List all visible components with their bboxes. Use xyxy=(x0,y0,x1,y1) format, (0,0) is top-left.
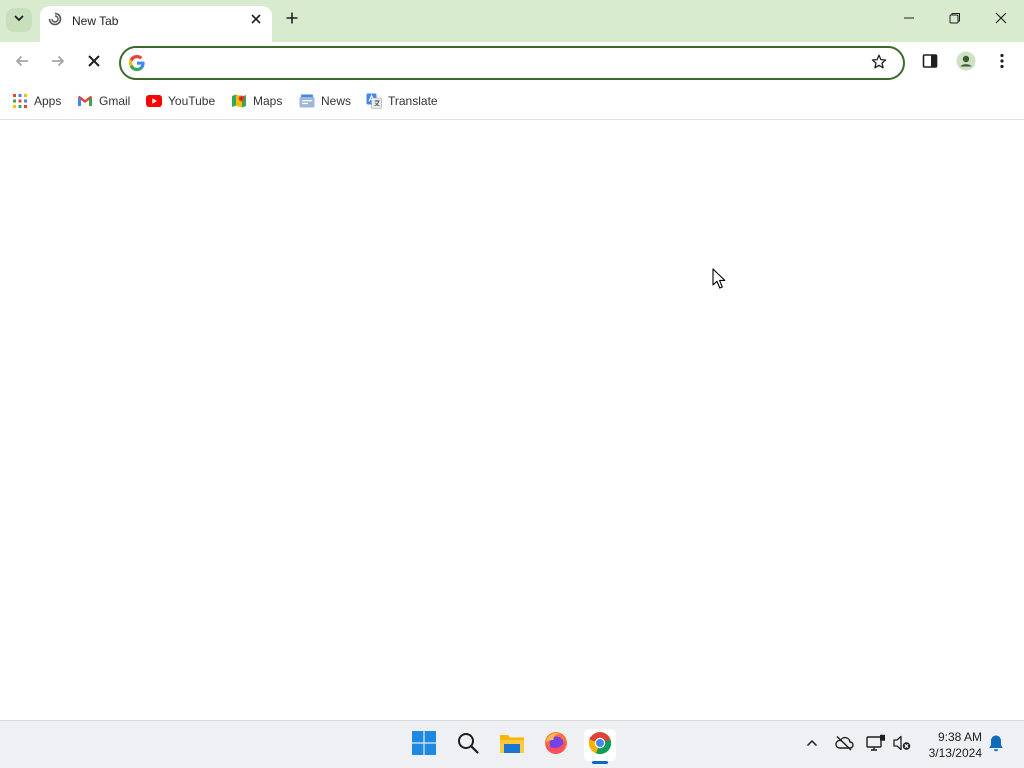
bookmark-apps[interactable]: Apps xyxy=(12,92,61,110)
chrome-menu-button[interactable] xyxy=(990,51,1014,75)
profile-button[interactable] xyxy=(954,51,978,75)
system-clock[interactable]: 9:38 AM 3/13/2024 xyxy=(914,729,982,761)
bookmark-maps[interactable]: Maps xyxy=(231,92,282,110)
onedrive-button[interactable] xyxy=(834,735,854,755)
plus-icon xyxy=(286,11,298,29)
windows-start-icon xyxy=(412,730,436,760)
side-panel-icon xyxy=(922,53,938,74)
notifications-button[interactable] xyxy=(986,735,1006,755)
notification-bell-icon xyxy=(988,734,1004,757)
page-content[interactable] xyxy=(0,121,1024,719)
profile-icon xyxy=(956,51,976,76)
restore-button[interactable] xyxy=(943,9,967,31)
bookmark-translate[interactable]: Translate xyxy=(366,92,438,110)
maps-icon xyxy=(231,93,247,109)
kebab-menu-icon xyxy=(999,53,1005,74)
bookmark-news[interactable]: News xyxy=(299,92,351,110)
file-explorer-button[interactable] xyxy=(496,729,528,761)
taskbar-search-button[interactable] xyxy=(452,729,484,761)
firefox-icon xyxy=(544,731,568,760)
volume-muted-icon xyxy=(892,734,912,757)
google-icon xyxy=(129,55,145,71)
clock-date: 3/13/2024 xyxy=(928,746,982,760)
bookmark-label: Gmail xyxy=(99,94,131,108)
minimize-button[interactable] xyxy=(897,9,921,31)
tab-search-button[interactable] xyxy=(6,8,32,32)
bookmark-star-button[interactable] xyxy=(869,54,889,74)
bookmark-label: Apps xyxy=(34,94,62,108)
show-hidden-icons-button[interactable] xyxy=(802,735,822,755)
bookmarks-bar: Apps Gmail YouTube Maps News Translate xyxy=(0,84,1024,120)
loading-icon xyxy=(48,12,62,26)
taskbar: 9:38 AM 3/13/2024 xyxy=(0,720,1024,768)
new-tab-button[interactable] xyxy=(282,10,302,30)
clock-time: 9:38 AM xyxy=(937,730,982,744)
chevron-down-icon xyxy=(13,11,25,29)
gmail-icon xyxy=(77,93,93,109)
bookmark-gmail[interactable]: Gmail xyxy=(77,92,130,110)
mouse-cursor-icon xyxy=(712,268,726,290)
active-app-indicator xyxy=(592,761,608,764)
forward-button[interactable] xyxy=(46,51,70,75)
chrome-icon xyxy=(588,731,612,760)
network-icon xyxy=(866,734,886,757)
active-tab[interactable]: New Tab xyxy=(40,6,272,42)
stop-icon xyxy=(87,54,101,73)
address-input[interactable] xyxy=(155,53,855,73)
chevron-up-icon xyxy=(806,736,818,754)
translate-icon xyxy=(366,93,382,109)
stop-loading-button[interactable] xyxy=(82,51,106,75)
bookmark-label: Translate xyxy=(388,94,438,108)
chrome-button[interactable] xyxy=(584,729,616,761)
start-button[interactable] xyxy=(408,729,440,761)
apps-grid-icon xyxy=(12,93,28,109)
bookmark-label: News xyxy=(321,94,352,108)
back-button[interactable] xyxy=(10,51,34,75)
youtube-icon xyxy=(146,93,162,109)
bookmark-youtube[interactable]: YouTube xyxy=(146,92,215,110)
file-explorer-icon xyxy=(499,732,525,759)
firefox-button[interactable] xyxy=(540,729,572,761)
bookmark-label: YouTube xyxy=(168,94,216,108)
title-bar: New Tab xyxy=(0,0,1024,42)
address-bar[interactable] xyxy=(119,46,905,80)
bookmark-label: Maps xyxy=(253,94,283,108)
close-icon xyxy=(995,11,1007,29)
tab-title: New Tab xyxy=(72,14,119,28)
toolbar xyxy=(0,42,1024,84)
search-icon xyxy=(457,732,479,759)
minimize-icon xyxy=(903,11,915,29)
forward-arrow-icon xyxy=(50,53,66,74)
side-panel-button[interactable] xyxy=(918,51,942,75)
back-arrow-icon xyxy=(14,53,30,74)
onedrive-offline-icon xyxy=(834,735,854,756)
news-icon xyxy=(299,93,315,109)
volume-button[interactable] xyxy=(892,735,912,755)
network-button[interactable] xyxy=(866,734,886,757)
close-window-button[interactable] xyxy=(989,9,1013,31)
close-icon xyxy=(251,11,261,29)
star-icon xyxy=(871,54,887,75)
restore-icon xyxy=(949,11,961,29)
close-tab-button[interactable] xyxy=(246,10,266,30)
